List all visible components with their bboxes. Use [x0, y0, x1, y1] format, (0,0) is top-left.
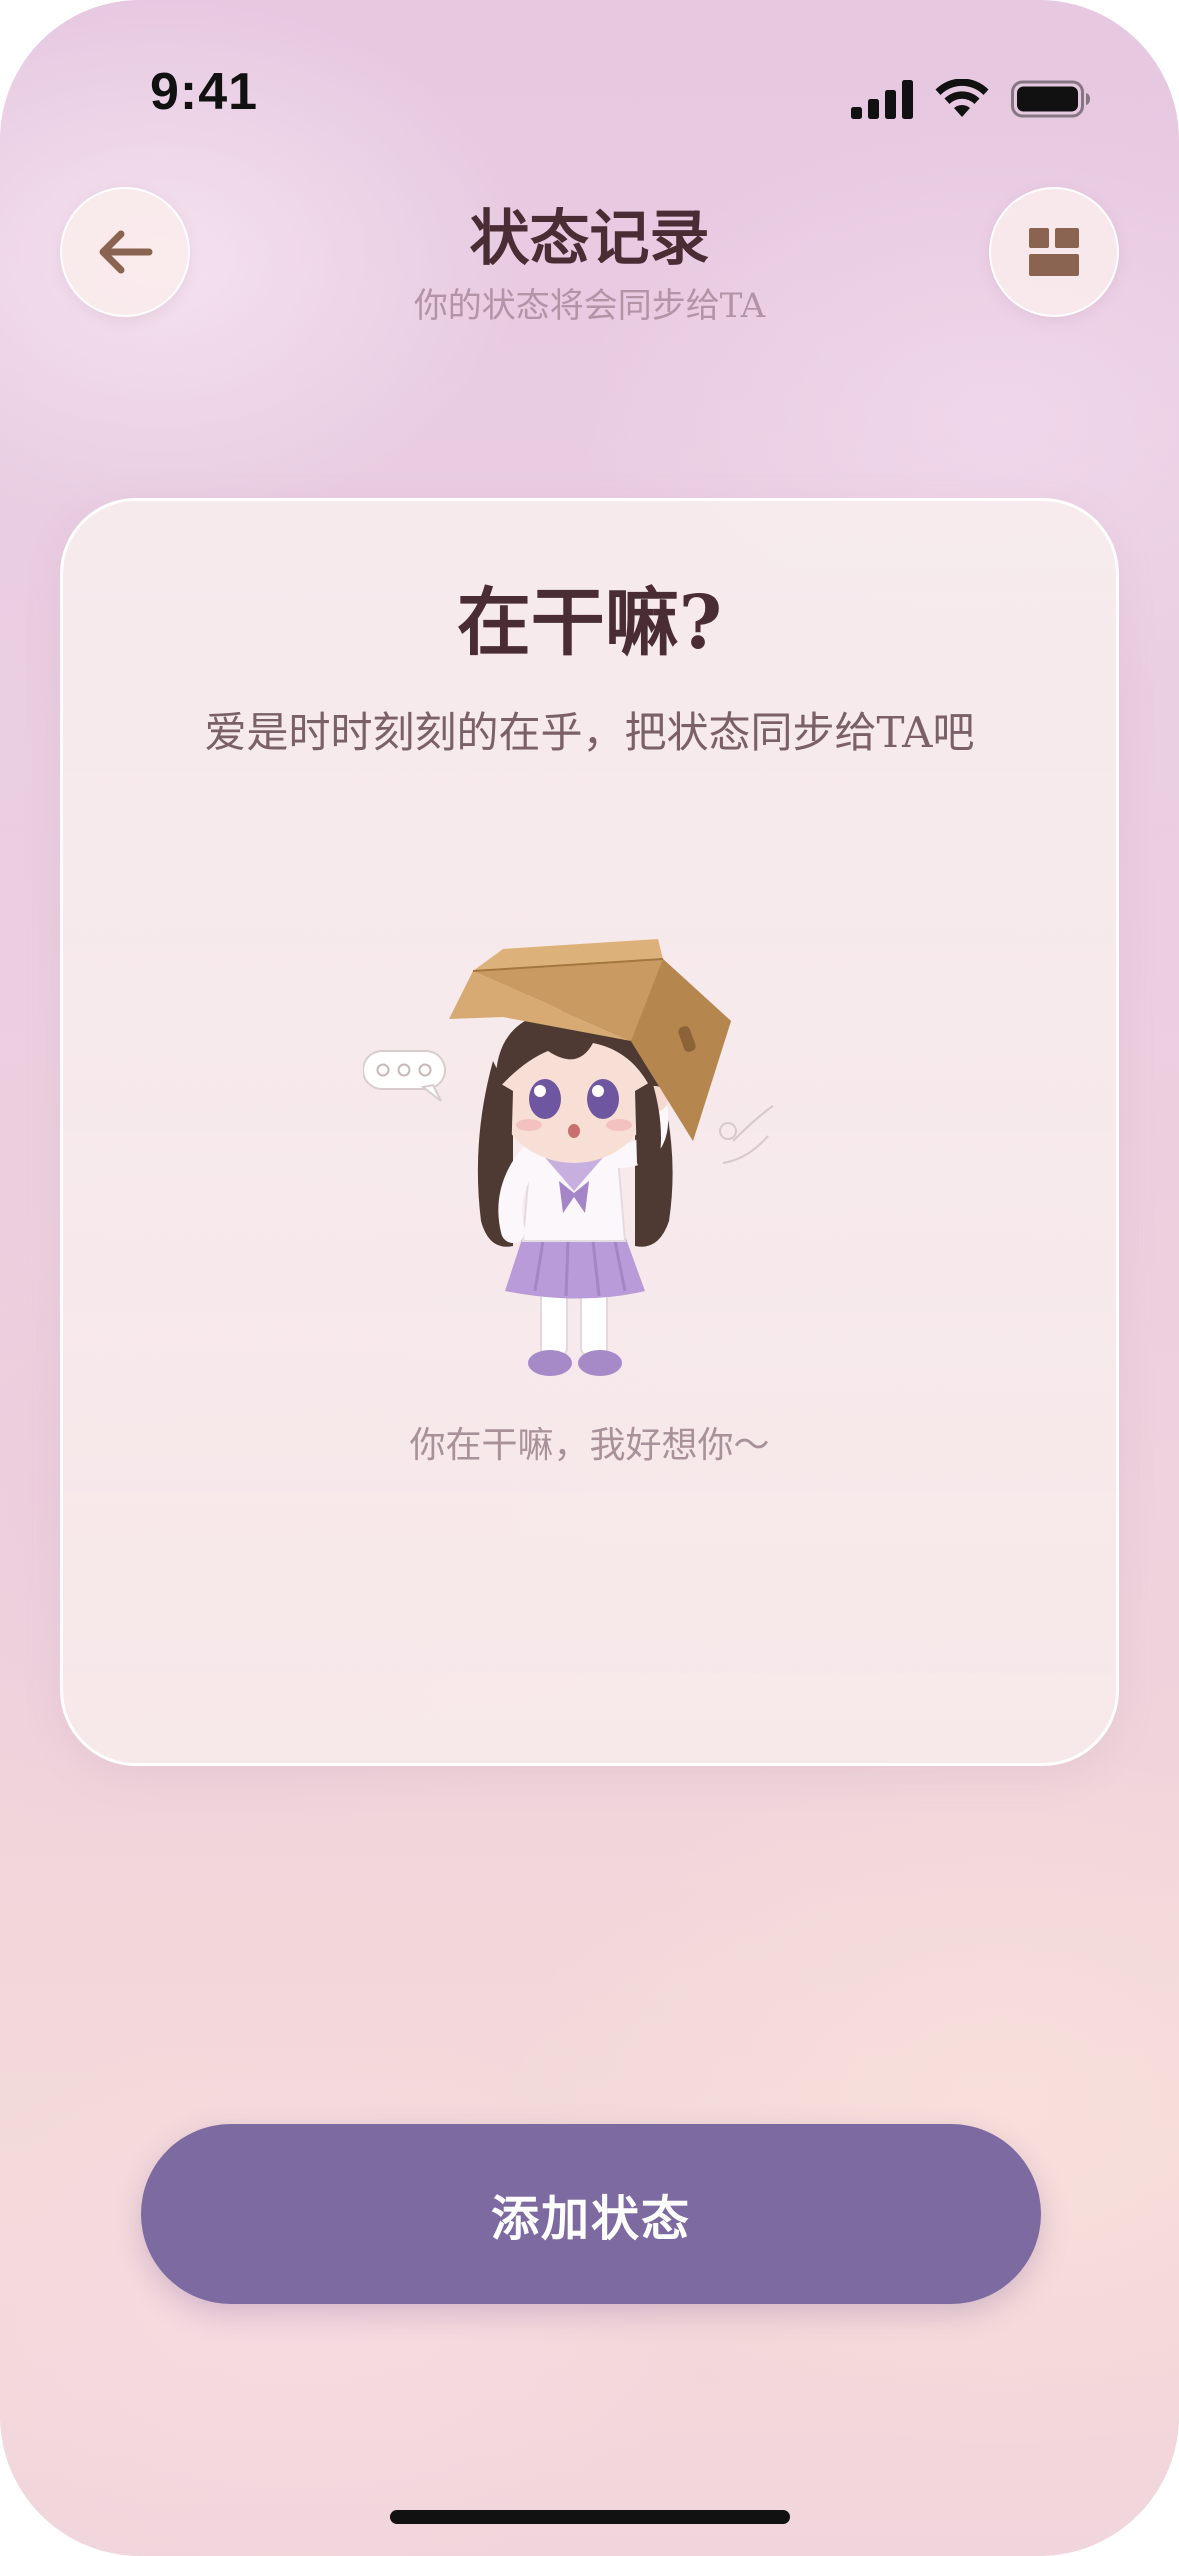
grid-icon — [1029, 228, 1079, 276]
status-bar: 9:41 — [0, 0, 1179, 150]
battery-icon — [1011, 80, 1090, 118]
status-card: 在干嘛? 爱是时时刻刻的在乎，把状态同步给TA吧 你在干嘛，我好想你～ — [60, 498, 1119, 1766]
wifi-icon — [935, 79, 989, 117]
phone-screen: 9:41 状态记录 你的状态将会同步给TA 在干嘛? 爱是时时刻刻的在乎，把状态… — [0, 0, 1179, 2556]
card-subtitle: 爱是时时刻刻的在乎，把状态同步给TA吧 — [204, 708, 975, 757]
home-indicator — [390, 2510, 790, 2524]
add-status-button[interactable]: 添加状态 — [141, 2124, 1041, 2304]
grid-menu-button[interactable] — [989, 187, 1119, 317]
status-icons — [851, 74, 1091, 124]
speech-bubble-icon — [363, 1050, 446, 1102]
status-time: 9:41 — [150, 63, 259, 121]
signal-icon — [851, 80, 913, 119]
chibi-girl-illustration — [363, 939, 774, 1376]
card-caption: 你在干嘛，我好想你～ — [409, 1425, 770, 1466]
card-title: 在干嘛? — [456, 580, 723, 666]
